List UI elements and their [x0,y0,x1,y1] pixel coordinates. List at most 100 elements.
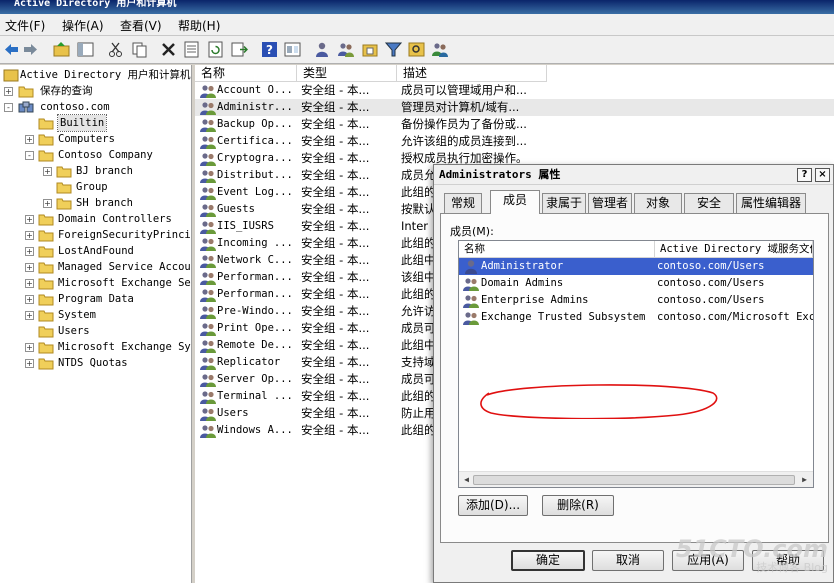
tree-item[interactable]: + Microsoft Exchange Sec [0,275,191,291]
tree-root[interactable]: Active Directory 用户和计算机 [0,67,191,83]
find-icon[interactable] [408,41,425,58]
tree-item-saved-queries[interactable]: + 保存的查询 [0,83,191,99]
expand-icon[interactable]: + [25,279,34,288]
expand-icon[interactable]: + [25,231,34,240]
expand-icon[interactable]: + [43,167,52,176]
tree-item[interactable]: Group [0,179,191,195]
group-type: 安全组 - 本... [301,372,370,386]
expand-icon[interactable]: + [25,215,34,224]
tree-root-label: Active Directory 用户和计算机 [20,69,191,81]
tree-item[interactable]: + Managed Service Accour [0,259,191,275]
tab-member-of[interactable]: 隶属于 [542,193,586,213]
tab-object[interactable]: 对象 [634,193,682,213]
group-icon [200,374,216,387]
tree-item-domain[interactable]: - contoso.com [0,99,191,115]
members-horizontal-scrollbar[interactable]: ◀ ▶ [459,471,813,487]
menu-file[interactable]: 文件(F) [5,17,45,34]
expand-icon[interactable]: + [25,343,34,352]
remove-member-button[interactable]: 删除(R) [542,495,614,516]
group-row[interactable]: Account O... 安全组 - 本... 成员可以管理域用户和... [195,82,834,99]
folder-icon [56,166,72,178]
tree-item[interactable]: Builtin [0,114,191,132]
add-to-group-icon[interactable] [432,41,449,58]
group-row[interactable]: Certifica... 安全组 - 本... 允许该组的成员连接到... [195,133,834,150]
tab-members[interactable]: 成员 [490,190,540,214]
mmc-icon[interactable] [284,41,301,58]
delete-icon[interactable] [160,41,177,58]
dialog-title: Administrators 属性 [434,165,833,185]
member-column-folder[interactable]: Active Directory 域服务文件夹 [655,241,813,258]
tree-item[interactable]: + SH branch [0,195,191,211]
group-icon [200,102,216,115]
cut-icon[interactable] [107,41,124,58]
tree-item-label: ForeignSecurityPrincip [58,229,192,241]
tree-item-label: System [58,309,96,321]
expand-icon[interactable]: + [25,295,34,304]
expand-icon[interactable]: + [43,199,52,208]
tree-item[interactable]: + BJ branch [0,163,191,179]
member-row[interactable]: Exchange Trusted Subsystem contoso.com/Mi… [459,309,813,326]
column-header-name[interactable]: 名称 [195,65,297,82]
refresh-icon[interactable] [207,41,224,58]
member-row[interactable]: Domain Admins contoso.com/Users [459,275,813,292]
expand-icon[interactable]: + [25,135,34,144]
tree-item[interactable]: + Computers [0,131,191,147]
menu-view[interactable]: 查看(V) [120,17,162,34]
group-icon [200,272,216,285]
tab-attribute-editor[interactable]: 属性编辑器 [736,193,806,213]
help-icon[interactable]: ? [261,41,278,58]
expand-icon[interactable]: + [25,263,34,272]
cancel-button[interactable]: 取消 [592,550,664,571]
member-row[interactable]: Enterprise Admins contoso.com/Users [459,292,813,309]
tree-item[interactable]: + Domain Controllers [0,211,191,227]
group-row[interactable]: Backup Op... 安全组 - 本... 备份操作员为了备份或... [195,116,834,133]
collapse-icon[interactable]: - [4,103,13,112]
forward-icon[interactable] [22,41,39,58]
new-group-icon[interactable] [338,41,355,58]
tab-general[interactable]: 常规 [444,193,482,213]
show-tree-icon[interactable] [77,41,94,58]
group-icon [200,221,216,234]
tree-item[interactable]: + Microsoft Exchange Sys [0,339,191,355]
tab-security[interactable]: 安全 [684,193,734,213]
tree-item[interactable]: Users [0,323,191,339]
scroll-right-icon[interactable]: ▶ [799,474,810,485]
expand-icon[interactable]: + [25,311,34,320]
scrollbar-thumb[interactable] [473,475,795,485]
column-header-type[interactable]: 类型 [297,65,397,82]
copy-icon[interactable] [131,41,148,58]
dialog-close-button[interactable]: × [815,168,830,182]
column-header-description[interactable]: 描述 [397,65,547,82]
scroll-left-icon[interactable]: ◀ [461,474,472,485]
menu-help[interactable]: 帮助(H) [178,17,220,34]
member-column-name[interactable]: 名称 [459,241,655,258]
tree-item[interactable]: + NTDS Quotas [0,355,191,371]
group-type: 安全组 - 本... [301,321,370,335]
group-row[interactable]: Administr... 安全组 - 本... 管理员对计算机/域有... [195,99,834,116]
add-member-button[interactable]: 添加(D)... [458,495,528,516]
tree-item[interactable]: - Contoso Company [0,147,191,163]
up-folder-icon[interactable] [53,41,70,58]
filter-icon[interactable] [384,41,403,58]
tree-item[interactable]: + LostAndFound [0,243,191,259]
group-name: Account O... [217,84,293,96]
member-row[interactable]: Administrator contoso.com/Users [459,258,813,275]
help-button[interactable]: 帮助 [752,550,824,571]
new-ou-icon[interactable] [362,41,379,58]
new-user-icon[interactable] [314,41,331,58]
tree-item[interactable]: + Program Data [0,291,191,307]
expand-icon[interactable]: + [25,247,34,256]
tab-managed-by[interactable]: 管理者 [588,193,632,213]
apply-button[interactable]: 应用(A) [672,550,744,571]
export-icon[interactable] [231,41,249,58]
collapse-icon[interactable]: - [25,151,34,160]
expand-icon[interactable]: + [4,87,13,96]
back-icon[interactable] [3,41,20,58]
expand-icon[interactable]: + [25,359,34,368]
dialog-help-button[interactable]: ? [797,168,812,182]
menu-action[interactable]: 操作(A) [62,17,104,34]
properties-icon[interactable] [183,41,200,58]
tree-item[interactable]: + ForeignSecurityPrincip [0,227,192,243]
tree-item[interactable]: + System [0,307,191,323]
ok-button[interactable]: 确定 [511,550,585,571]
